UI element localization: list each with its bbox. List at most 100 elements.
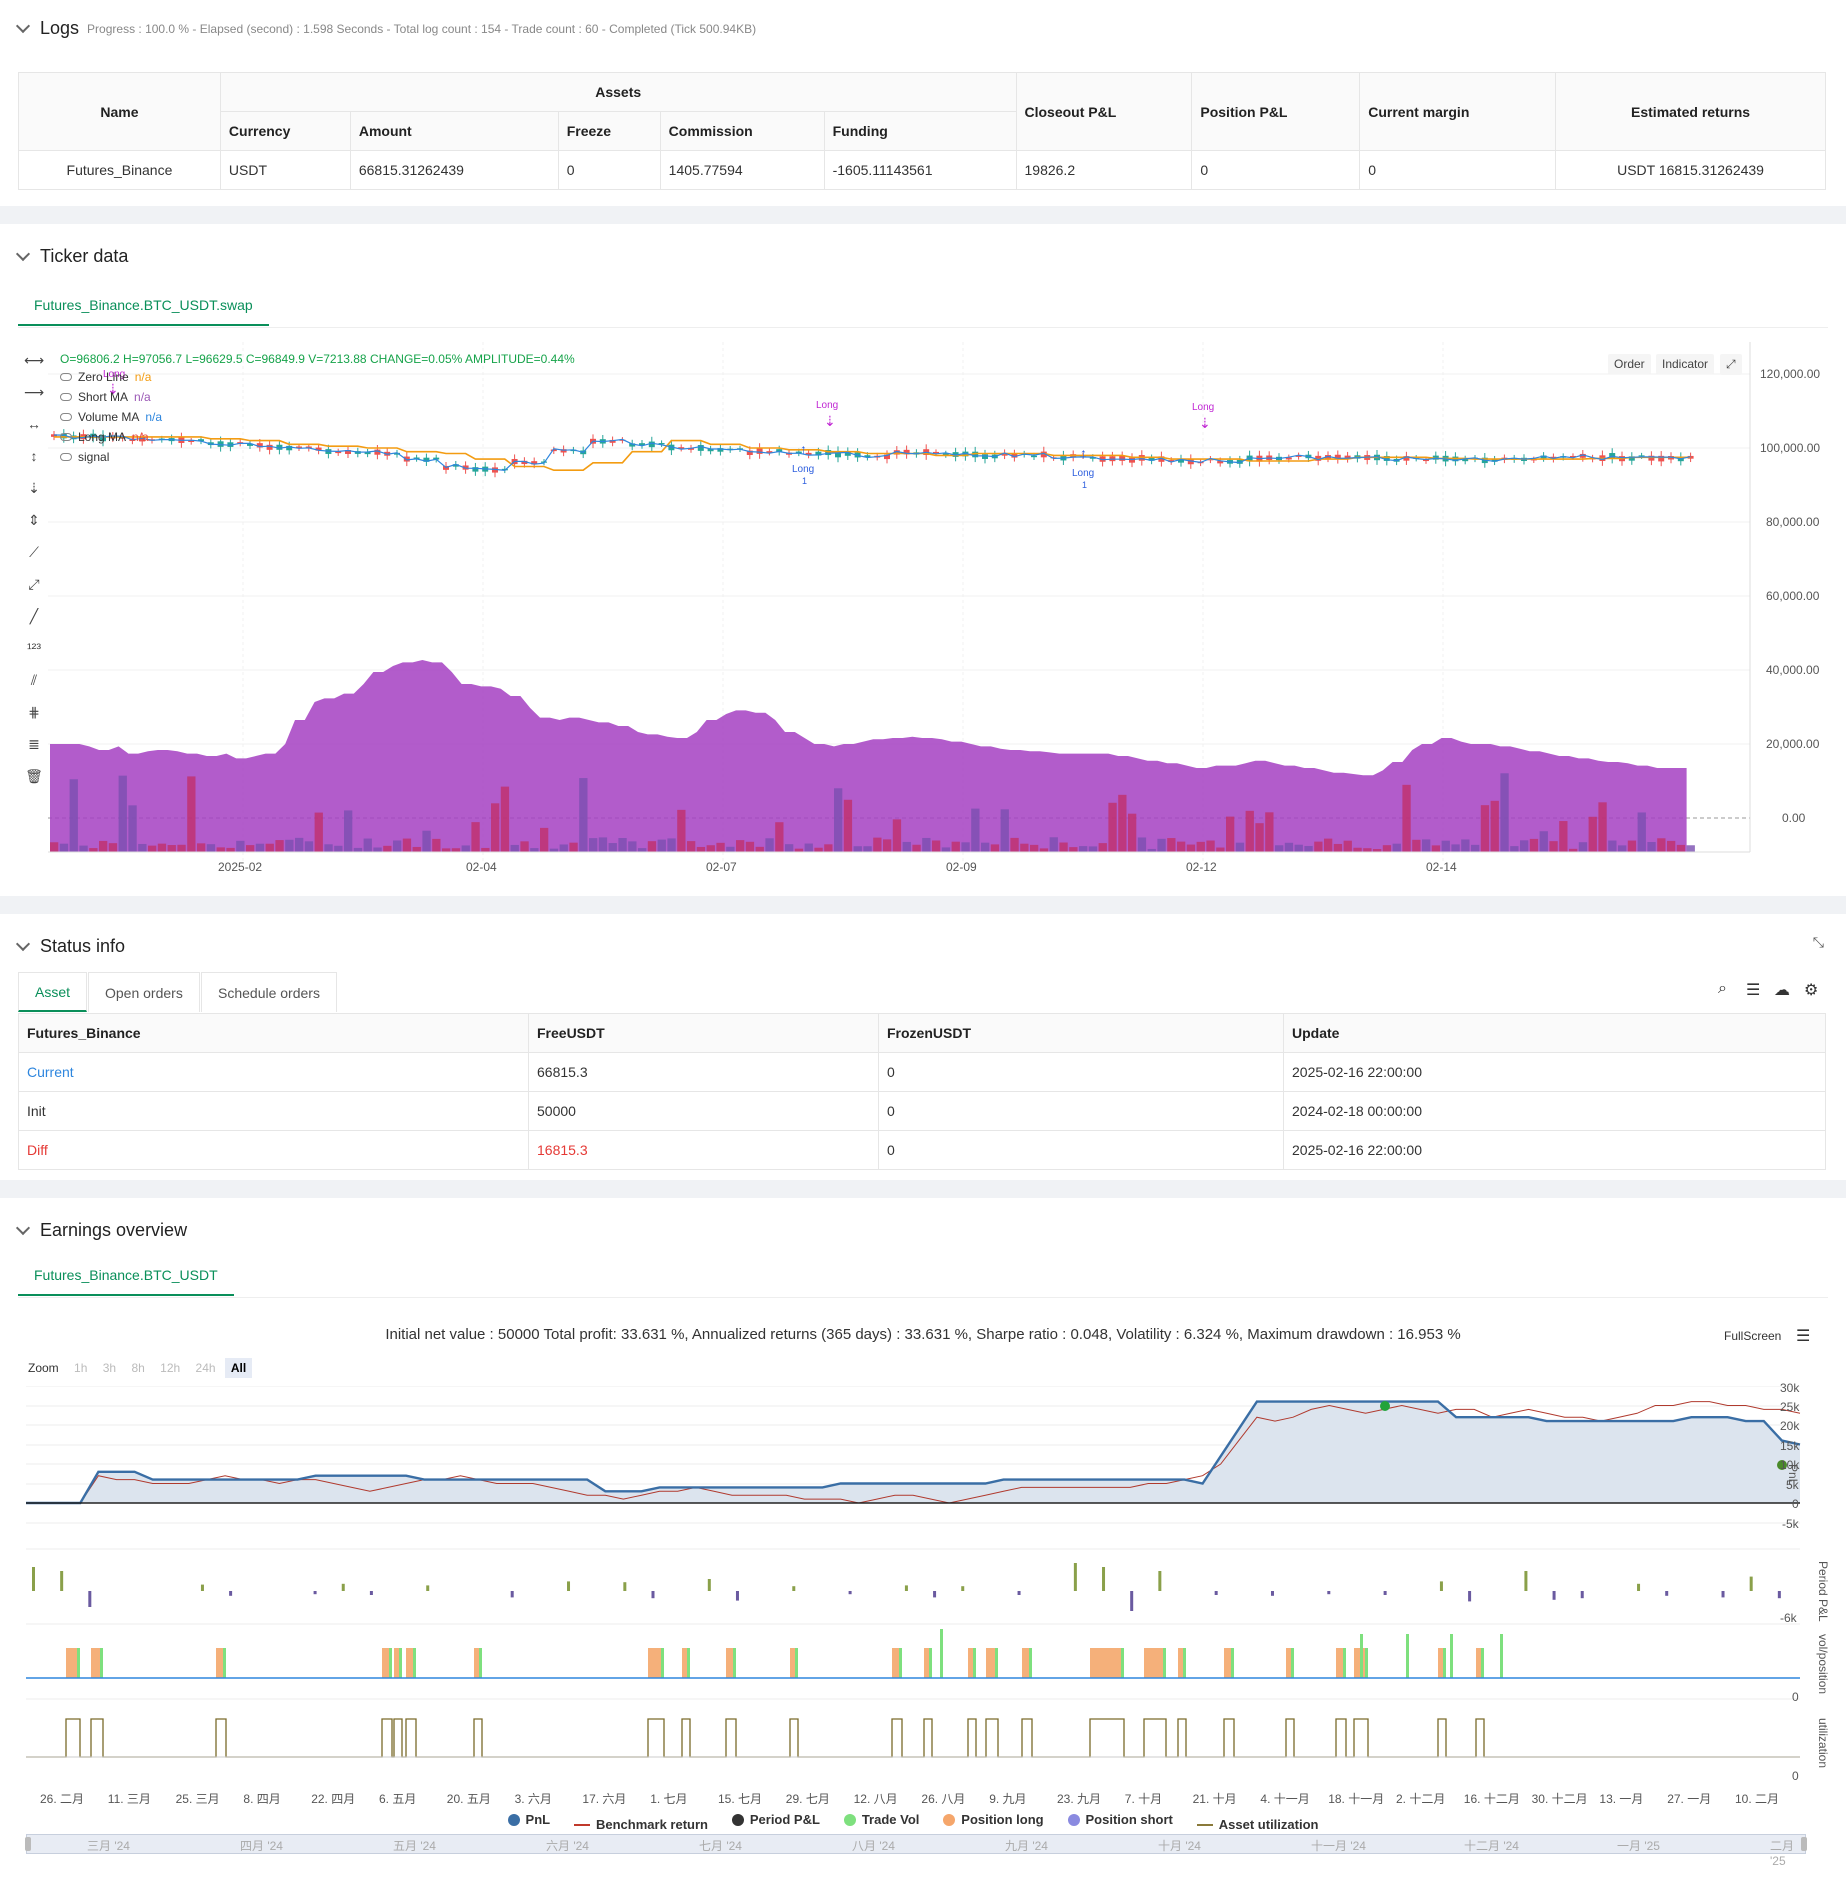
trash-icon[interactable]: 🗑	[24, 768, 44, 784]
volume-bar	[863, 846, 872, 852]
legend-zero-line[interactable]: Zero Line n/a	[60, 370, 151, 384]
legend-asset-utilization[interactable]: Asset utilization	[1196, 1817, 1318, 1832]
cloud-download-icon[interactable]: ☁	[1774, 980, 1790, 1000]
candle-body	[1031, 455, 1037, 458]
x-tick: 7. 十月	[1124, 1792, 1163, 1806]
vertical-line-icon[interactable]: ↕	[24, 448, 44, 464]
chevron-down-icon[interactable]	[15, 246, 31, 262]
fib-lines-icon[interactable]: ≣	[24, 736, 44, 752]
eye-icon[interactable]	[60, 413, 72, 421]
horizontal-segment-icon[interactable]: ↔	[24, 416, 44, 432]
fullscreen-button[interactable]: FullScreen	[1724, 1329, 1781, 1343]
trade-vol-bar	[1183, 1648, 1186, 1678]
eye-icon[interactable]	[60, 453, 72, 461]
volume-bar	[1520, 840, 1529, 852]
indicator-button[interactable]: Indicator	[1656, 354, 1715, 374]
legend-position-long[interactable]: Position long	[943, 1812, 1044, 1827]
navigator[interactable]: 三月 '24 四月 '24 五月 '24 六月 '24 七月 '24 八月 '24 九月 '…	[25, 1834, 1807, 1868]
volume-bar	[1480, 805, 1490, 852]
y-tick: 60,000.00	[1766, 589, 1820, 603]
collapse-icon[interactable]: ⤡	[1813, 934, 1824, 951]
trade-vol-bar	[413, 1648, 416, 1678]
row-label-current[interactable]: Current	[18, 1052, 529, 1092]
x-tick: 26. 八月	[921, 1792, 966, 1806]
ray-line-icon[interactable]: ⤢	[24, 576, 44, 592]
menu-icon[interactable]: ☰	[1796, 1326, 1810, 1346]
earnings-header[interactable]: Earnings overview	[15, 1220, 187, 1241]
vertical-ray-icon[interactable]: ⇣	[24, 480, 44, 496]
chevron-down-icon[interactable]	[15, 1220, 31, 1236]
eye-icon[interactable]	[60, 373, 72, 381]
tab-schedule-orders[interactable]: Schedule orders	[201, 972, 337, 1012]
volume-ma-fill	[50, 660, 1687, 852]
trend-line-icon[interactable]: ⟋	[24, 544, 44, 560]
volume-bar	[1255, 823, 1264, 852]
search-icon[interactable]: ⌕	[1718, 980, 1727, 998]
zoom-24h[interactable]: 24h	[190, 1358, 222, 1378]
price-label-icon[interactable]: ¹²³	[24, 640, 44, 656]
marker-short-3: Long ⇣	[1192, 402, 1214, 431]
volume-bar	[1206, 840, 1215, 852]
eye-icon[interactable]	[60, 393, 72, 401]
logs-header[interactable]: Logs Progress : 100.0 % - Elapsed (secon…	[15, 18, 756, 39]
volume-bar	[1079, 846, 1088, 852]
volume-bar	[1284, 842, 1294, 852]
parallel-channel-icon[interactable]: ⫽	[24, 672, 44, 688]
zoom-12h[interactable]: 12h	[154, 1358, 186, 1378]
eye-icon[interactable]	[60, 433, 72, 441]
tab-asset[interactable]: Asset	[18, 972, 88, 1012]
volume-bar	[598, 837, 608, 852]
zoom-8h[interactable]: 8h	[125, 1358, 150, 1378]
status-header[interactable]: Status info	[15, 936, 125, 957]
trade-vol-bar	[77, 1648, 80, 1678]
candlestick-chart[interactable]: Long⇣ Long⇣ Long⇣ ↑Long1 ↑Long1	[48, 342, 1758, 872]
list-icon[interactable]: ☰	[1746, 980, 1760, 1000]
horizontal-line-icon[interactable]: ⟷	[24, 352, 44, 368]
volume-bar	[618, 838, 627, 852]
legend-benchmark[interactable]: Benchmark return	[573, 1817, 708, 1832]
gear-icon[interactable]: ⚙	[1804, 980, 1818, 1000]
expand-icon[interactable]: ⤢	[1720, 354, 1742, 375]
x-tick: 9. 九月	[989, 1792, 1027, 1806]
fib-icon[interactable]: ⋕	[24, 704, 44, 720]
volume-bar	[1186, 844, 1196, 852]
legend-signal[interactable]: signal	[60, 450, 109, 464]
zoom-1h[interactable]: 1h	[68, 1358, 93, 1378]
nav-tick: 八月 '24	[852, 1839, 895, 1853]
nav-tick: 五月 '24	[393, 1839, 436, 1853]
period-pnl-bar	[735, 1591, 739, 1601]
period-pnl-bar	[1158, 1571, 1162, 1591]
horizontal-ray-icon[interactable]: ⟶	[24, 384, 44, 400]
cell: 2024-02-18 00:00:00	[1283, 1091, 1826, 1131]
svg-text:↑: ↑	[1080, 445, 1087, 461]
legend-period-pnl[interactable]: Period P&L	[731, 1812, 820, 1827]
earnings-chart[interactable]	[26, 1386, 1826, 1806]
chevron-down-icon[interactable]	[15, 18, 31, 34]
volume-bar	[451, 848, 461, 852]
segment-icon[interactable]: ╱	[24, 608, 44, 624]
ticker-header[interactable]: Ticker data	[15, 246, 128, 267]
volume-bar	[706, 845, 715, 852]
legend-short-ma[interactable]: Short MA n/a	[60, 390, 151, 404]
volume-bar	[726, 846, 735, 852]
legend-pnl[interactable]: PnL	[507, 1812, 550, 1827]
legend-position-short[interactable]: Position short	[1067, 1812, 1173, 1827]
order-button[interactable]: Order	[1608, 354, 1651, 374]
zoom-3h[interactable]: 3h	[97, 1358, 122, 1378]
vertical-segment-icon[interactable]: ⇕	[24, 512, 44, 528]
legend-volume-ma[interactable]: Volume MA n/a	[60, 410, 162, 424]
svg-text:Long: Long	[792, 464, 814, 475]
tab-earnings[interactable]: Futures_Binance.BTC_USDT	[18, 1256, 234, 1296]
volume-bar	[442, 848, 451, 852]
volume-bar	[981, 842, 990, 852]
tab-ticker[interactable]: Futures_Binance.BTC_USDT.swap	[18, 286, 269, 326]
legend-long-ma[interactable]: Long MA n/a	[60, 430, 149, 444]
legend-trade-vol[interactable]: Trade Vol	[843, 1812, 919, 1827]
x-tick: 22. 四月	[311, 1792, 356, 1806]
col-position-pnl: Position P&L	[1191, 72, 1361, 151]
volume-bar	[736, 840, 745, 852]
chevron-down-icon[interactable]	[15, 936, 31, 952]
tab-open-orders[interactable]: Open orders	[88, 972, 200, 1012]
zoom-all[interactable]: All	[224, 1358, 253, 1378]
cell: -1605.11143561	[823, 150, 1017, 190]
